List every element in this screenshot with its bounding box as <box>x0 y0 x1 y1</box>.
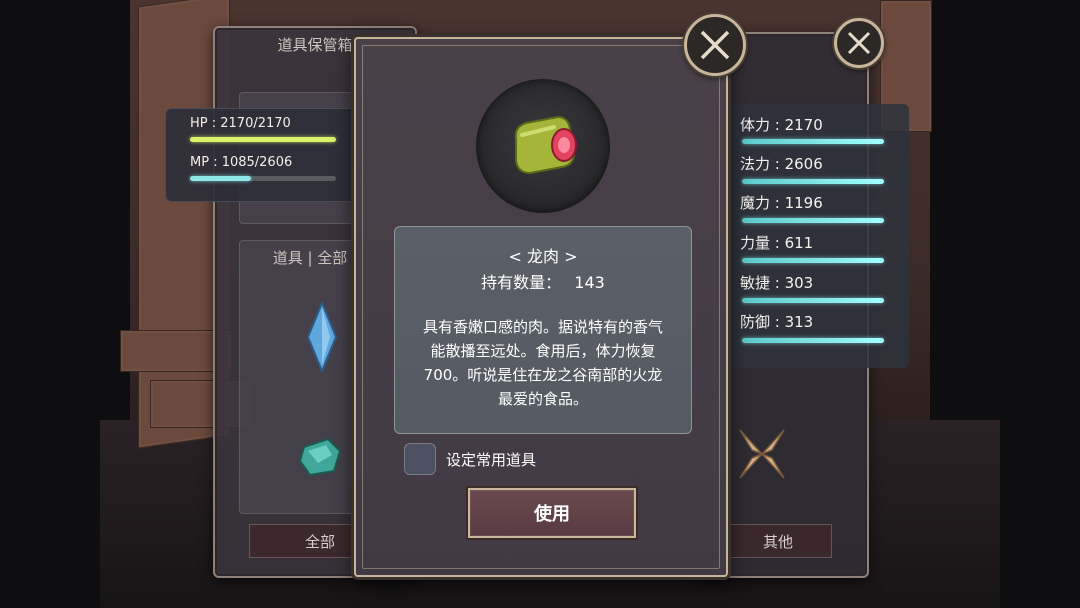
stat-magic: 魔力 : 1196 <box>740 194 823 212</box>
mp-label: MP : 1085/2606 <box>190 155 293 170</box>
stat-mana: 法力 : 2606 <box>740 155 823 173</box>
hp-bar <box>190 137 336 142</box>
quantity-value: 143 <box>574 273 605 292</box>
stats-box: 体力 : 2170 法力 : 2606 魔力 : 1196 力量 : 611 敏… <box>725 104 909 368</box>
item-portrait <box>476 79 610 213</box>
game-scene: 道具保管箱 道具 | 全部 全部 HP : 2170/2170 MP : 108… <box>0 0 1080 608</box>
stat-defense-bar <box>742 338 884 343</box>
stat-defense: 防御 : 313 <box>740 313 814 331</box>
tab-other[interactable]: 其他 <box>724 524 832 558</box>
stat-hp: 体力 : 2170 <box>740 116 823 134</box>
item-quantity-row: 持有数量： 143 <box>395 269 691 293</box>
hp-bar-fill <box>190 137 336 142</box>
stat-mana-bar <box>742 179 884 184</box>
stat-hp-bar <box>742 139 884 144</box>
item-detail-dialog: < 龙肉 > 持有数量： 143 具有香嫩口感的肉。据说特有的香气能散播至远处。… <box>354 37 728 577</box>
favorite-item-label[interactable]: 设定常用道具 <box>446 449 536 470</box>
stat-agility: 敏捷 : 303 <box>740 274 814 292</box>
close-icon <box>700 30 730 60</box>
wing-ornament-icon <box>739 429 785 479</box>
item-name: < 龙肉 > <box>508 247 578 266</box>
stat-agility-bar <box>742 298 884 303</box>
close-dialog-button[interactable] <box>684 14 746 76</box>
dragon-meat-icon <box>514 115 577 175</box>
hp-label: HP : 2170/2170 <box>190 116 291 131</box>
item-description-box: < 龙肉 > 持有数量： 143 具有香嫩口感的肉。据说特有的香气能散播至远处。… <box>394 226 692 434</box>
stat-strength-bar <box>742 258 884 263</box>
blue-crystal-icon[interactable] <box>304 301 340 373</box>
close-icon <box>847 31 871 55</box>
green-stone-icon[interactable] <box>298 437 344 477</box>
use-button[interactable]: 使用 <box>468 488 636 538</box>
stat-magic-bar <box>742 218 884 223</box>
mp-bar-fill <box>190 176 251 181</box>
close-stats-button[interactable] <box>834 18 884 68</box>
hp-mp-box: HP : 2170/2170 MP : 1085/2606 <box>165 108 357 202</box>
mp-bar <box>190 176 336 181</box>
quantity-label: 持有数量： <box>481 273 562 292</box>
item-description: 具有香嫩口感的肉。据说特有的香气能散播至远处。食用后，体力恢复700。听说是住在… <box>422 318 663 408</box>
favorite-item-checkbox[interactable] <box>404 443 436 475</box>
stat-strength: 力量 : 611 <box>740 234 814 252</box>
